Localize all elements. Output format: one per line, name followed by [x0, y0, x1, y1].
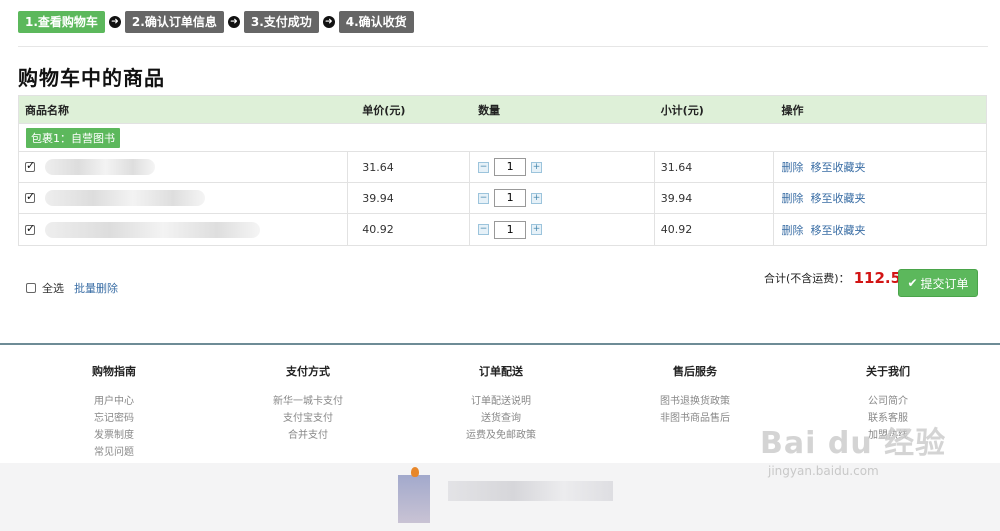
watermark-main: Bai du 经验 — [760, 426, 947, 461]
footer-col-title: 购物指南 — [92, 365, 136, 378]
footer-link[interactable]: 忘记密码 — [34, 410, 194, 427]
package-tag: 包裹1：自营图书 — [26, 127, 120, 148]
footer-link[interactable]: 用户中心 — [34, 393, 194, 410]
quantity-input[interactable]: 1 — [494, 220, 527, 239]
product-name-blurred[interactable] — [45, 159, 155, 175]
product-name-blurred[interactable] — [45, 190, 205, 206]
item-price: 31.64 — [348, 152, 471, 182]
submit-order-label: 提交订单 — [920, 276, 969, 291]
select-all-bar: 全选 批量删除 — [26, 280, 118, 296]
select-all-checkbox[interactable] — [26, 283, 36, 293]
item-checkbox[interactable] — [25, 159, 35, 172]
footer-col-delivery: 订单配送 订单配送说明 送货查询 运费及免邮政策 — [421, 363, 581, 444]
quantity-input[interactable]: 1 — [494, 158, 527, 176]
footer-link[interactable]: 运费及免邮政策 — [421, 427, 581, 444]
item-price: 39.94 — [348, 183, 471, 213]
footer-col-title: 关于我们 — [866, 365, 910, 378]
minus-icon[interactable]: − — [478, 192, 490, 204]
step-payment-success[interactable]: 3.支付成功 — [243, 11, 319, 33]
delete-link[interactable]: 删除 — [781, 190, 803, 206]
header-actions: 操作 — [781, 103, 804, 117]
header-price: 单价(元) — [362, 103, 406, 117]
footer-link[interactable]: 图书退换货政策 — [615, 393, 775, 410]
item-subtotal: 40.92 — [655, 214, 775, 245]
footer-link[interactable]: 发票制度 — [34, 427, 194, 444]
move-to-favorites-link[interactable]: 移至收藏夹 — [810, 159, 865, 175]
divider — [18, 46, 988, 47]
item-price: 40.92 — [348, 214, 471, 245]
footer-link[interactable]: 支付宝支付 — [228, 410, 388, 427]
header-subtotal: 小计(元) — [660, 103, 704, 117]
product-name-blurred[interactable] — [45, 221, 260, 238]
package-row: 包裹1：自营图书 — [19, 124, 986, 152]
step-confirm-order[interactable]: 2.确认订单信息 — [124, 11, 224, 33]
footer-col-title: 售后服务 — [673, 365, 717, 378]
footer-col-after-sales: 售后服务 图书退换货政策 非图书商品售后 — [615, 363, 775, 427]
arrow-right-icon: ➜ — [227, 16, 240, 28]
minus-icon[interactable]: − — [478, 224, 490, 235]
quantity-input[interactable]: 1 — [494, 189, 527, 207]
footer-link[interactable]: 公司简介 — [808, 393, 968, 410]
arrow-right-icon: ➜ — [322, 16, 335, 28]
select-all-label[interactable]: 全选 — [42, 280, 64, 296]
check-icon: ✔ — [907, 276, 918, 290]
footer-col-title: 支付方式 — [286, 365, 330, 378]
logo-mark-icon — [411, 467, 419, 477]
table-row: 39.94 − 1 + 39.94 删除 移至收藏夹 — [19, 183, 986, 214]
arrow-right-icon: ➜ — [108, 16, 121, 28]
plus-icon[interactable]: + — [531, 161, 543, 173]
item-checkbox[interactable] — [25, 222, 35, 235]
watermark-url: jingyan.baidu.com — [768, 464, 879, 478]
blurred-logo — [398, 475, 430, 523]
header-qty: 数量 — [478, 103, 501, 117]
delete-link[interactable]: 删除 — [781, 222, 803, 238]
step-view-cart[interactable]: 1.查看购物车 — [18, 11, 105, 33]
blurred-copyright — [448, 481, 613, 501]
footer-link[interactable]: 合并支付 — [228, 427, 388, 444]
batch-delete-link[interactable]: 批量删除 — [74, 280, 118, 296]
baidu-watermark: Bai du 经验 jingyan.baidu.com — [760, 418, 946, 478]
footer-link[interactable]: 送货查询 — [421, 410, 581, 427]
item-checkbox[interactable] — [25, 190, 35, 203]
move-to-favorites-link[interactable]: 移至收藏夹 — [810, 222, 865, 238]
move-to-favorites-link[interactable]: 移至收藏夹 — [810, 190, 865, 206]
footer-link[interactable]: 订单配送说明 — [421, 393, 581, 410]
table-row: 40.92 − 1 + 40.92 删除 移至收藏夹 — [19, 214, 986, 245]
footer-col-title: 订单配送 — [479, 365, 523, 378]
footer-col-shopping-guide: 购物指南 用户中心 忘记密码 发票制度 常见问题 — [34, 363, 194, 461]
delete-link[interactable]: 删除 — [781, 159, 803, 175]
footer-col-payment: 支付方式 新华一城卡支付 支付宝支付 合并支付 — [228, 363, 388, 444]
submit-order-button[interactable]: ✔ 提交订单 — [898, 269, 978, 297]
footer-link[interactable]: 非图书商品售后 — [615, 410, 775, 427]
footer-link[interactable]: 常见问题 — [34, 444, 194, 461]
plus-icon[interactable]: + — [531, 224, 543, 235]
plus-icon[interactable]: + — [531, 192, 543, 204]
minus-icon[interactable]: − — [478, 161, 490, 173]
table-header: 商品名称 单价(元) 数量 小计(元) 操作 — [19, 96, 986, 124]
item-subtotal: 31.64 — [655, 152, 775, 182]
page-title: 购物车中的商品 — [18, 66, 165, 90]
order-total: 合计(不含运费)： 112.50 — [764, 269, 911, 287]
step-confirm-receipt[interactable]: 4.确认收货 — [338, 11, 414, 33]
cart-table: 商品名称 单价(元) 数量 小计(元) 操作 包裹1：自营图书 31.64 − … — [18, 95, 987, 246]
total-label: 合计(不含运费)： — [764, 272, 850, 285]
header-name: 商品名称 — [25, 103, 69, 117]
checkout-steps: 1.查看购物车 ➜ 2.确认订单信息 ➜ 3.支付成功 ➜ 4.确认收货 — [18, 11, 414, 33]
footer-link[interactable]: 新华一城卡支付 — [228, 393, 388, 410]
table-row: 31.64 − 1 + 31.64 删除 移至收藏夹 — [19, 152, 986, 183]
item-subtotal: 39.94 — [655, 183, 775, 213]
